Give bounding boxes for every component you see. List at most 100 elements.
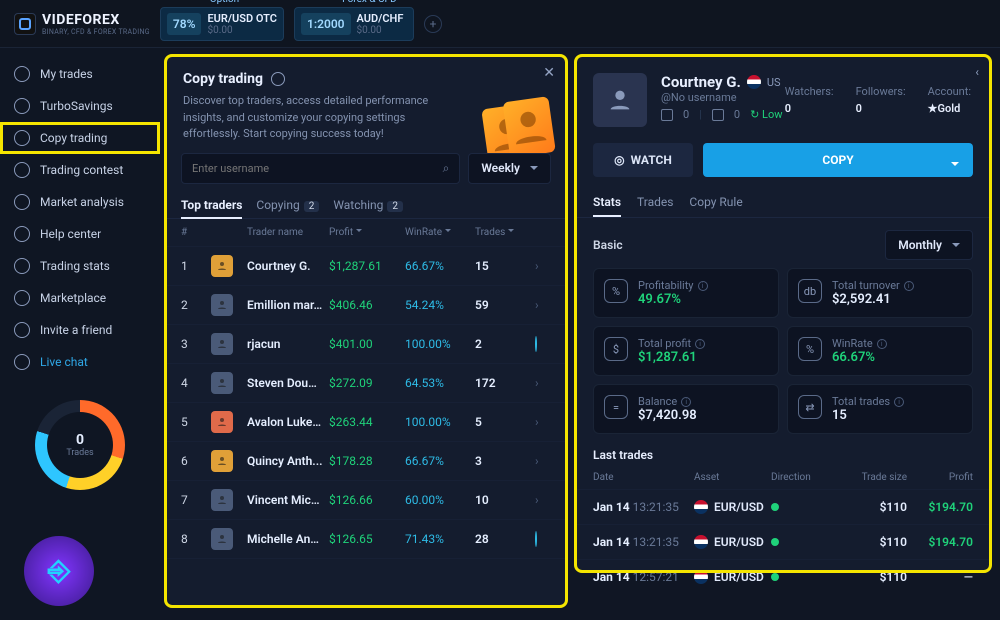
- info-icon[interactable]: i: [681, 397, 691, 407]
- info-icon[interactable]: i: [698, 281, 708, 291]
- sidebar-item-label: Invite a friend: [40, 323, 112, 337]
- tab-top-traders[interactable]: Top traders: [181, 192, 242, 218]
- trading-contest-icon: [14, 162, 30, 178]
- trading-stats-icon: [14, 258, 30, 274]
- chevron-right-icon: ›: [535, 298, 551, 312]
- marketplace-icon: [14, 290, 30, 306]
- sidebar-item-label: Trading contest: [40, 163, 123, 177]
- chevron-right-icon: ›: [535, 454, 551, 468]
- profile-period-dropdown[interactable]: Monthly: [885, 230, 973, 260]
- sidebar-item-copy-trading[interactable]: Copy trading: [0, 122, 160, 154]
- trader-profit: $263.44: [329, 415, 399, 429]
- trader-avatar: [211, 528, 233, 550]
- last-trade-row[interactable]: Jan 14 12:57:21EUR/USD$110—: [577, 559, 989, 594]
- flag-us-icon: [747, 75, 761, 89]
- ticker-tab-option[interactable]: Option 78% EUR/USD OTC $0.00: [160, 7, 284, 41]
- search-input[interactable]: ⌕: [181, 153, 460, 184]
- tab-copying[interactable]: Copying2: [256, 192, 319, 218]
- sidebar-item-trading-contest[interactable]: Trading contest: [0, 154, 160, 186]
- trader-avatar: [211, 489, 233, 511]
- direction-up-icon: [771, 538, 779, 546]
- eye-icon: ◎: [614, 153, 624, 167]
- gear-icon[interactable]: [271, 72, 285, 86]
- info-icon[interactable]: i: [894, 397, 904, 407]
- copy-button[interactable]: COPY: [703, 143, 973, 177]
- sidebar-item-label: Market analysis: [40, 195, 124, 209]
- trader-name: Courtney G.: [247, 259, 323, 273]
- profile-name: Courtney G.: [661, 73, 741, 91]
- trader-trades: 172: [475, 376, 529, 390]
- stat-icon: %: [604, 279, 628, 303]
- sidebar-item-turbosavings[interactable]: TurboSavings: [0, 90, 160, 122]
- trader-profit: $126.66: [329, 493, 399, 507]
- profile-tab-trades[interactable]: Trades: [637, 189, 673, 217]
- profile-avatar: [593, 73, 647, 127]
- panel-title: Copy trading: [183, 71, 263, 87]
- chevron-right-icon: [535, 337, 551, 351]
- thumb-down-icon[interactable]: [712, 109, 724, 121]
- profile-tab-copy-rule[interactable]: Copy Rule: [689, 189, 742, 217]
- trader-name: Steven Dougl...: [247, 376, 323, 390]
- trader-name: Vincent Mich...: [247, 493, 323, 507]
- sidebar: My trades TurboSavingsCopy trading Trading…: [0, 48, 160, 620]
- add-ticker-button[interactable]: +: [424, 15, 442, 33]
- trader-name: Emillion mar...: [247, 298, 323, 312]
- chevron-right-icon: ›: [535, 259, 551, 273]
- stat-icon: db: [798, 279, 822, 303]
- tab-watching[interactable]: Watching2: [333, 192, 403, 218]
- trades-gauge: 0 Trades: [35, 400, 125, 490]
- trader-trades: 15: [475, 259, 529, 273]
- trader-trades: 10: [475, 493, 529, 507]
- thumb-up-icon[interactable]: [661, 109, 673, 121]
- trader-name: Michelle Ant...: [247, 532, 323, 546]
- sidebar-item-trading-stats[interactable]: Trading stats: [0, 250, 160, 282]
- sidebar-item-help-center[interactable]: Help center: [0, 218, 160, 250]
- my-trades-icon: [14, 66, 30, 82]
- cards-illustration-icon: [481, 97, 565, 153]
- direction-up-icon: [771, 573, 779, 581]
- trader-avatar: [211, 411, 233, 433]
- trader-winrate: 64.53%: [405, 376, 469, 390]
- last-trade-row[interactable]: Jan 14 13:21:35EUR/USD$110$194.70: [577, 524, 989, 559]
- trader-row[interactable]: 6Quincy Anth...$178.2866.67%3›: [167, 441, 565, 480]
- profile-tab-stats[interactable]: Stats: [593, 189, 621, 217]
- trader-row[interactable]: 9Rubin F.$94.4492.31%13›: [167, 558, 565, 566]
- last-trade-row[interactable]: Jan 14 13:21:35EUR/USD$110$194.70: [577, 489, 989, 524]
- trader-avatar: [211, 450, 233, 472]
- sidebar-item-invite-a-friend[interactable]: Invite a friend: [0, 314, 160, 346]
- sidebar-item-live-chat[interactable]: Live chat: [0, 346, 160, 378]
- top-bar: VIDEFOREX BINARY, CFD & FOREX TRADING Op…: [0, 0, 1000, 48]
- sidebar-item-my-trades[interactable]: My trades: [0, 58, 160, 90]
- chevron-right-icon: ›: [535, 493, 551, 507]
- stat-card: =Balance i$7,420.98: [593, 384, 779, 434]
- stat-card: %Profitability i49.67%: [593, 268, 779, 318]
- trader-winrate: 66.67%: [405, 454, 469, 468]
- trader-avatar: [211, 372, 233, 394]
- trader-profit: $178.28: [329, 454, 399, 468]
- trader-row[interactable]: 5Avalon Luke V.$263.44100.00%5›: [167, 402, 565, 441]
- trader-row[interactable]: 7Vincent Mich...$126.6660.00%10›: [167, 480, 565, 519]
- sidebar-item-marketplace[interactable]: Marketplace: [0, 282, 160, 314]
- trader-trades: 59: [475, 298, 529, 312]
- trader-profit: $406.46: [329, 298, 399, 312]
- sidebar-item-label: My trades: [40, 67, 93, 81]
- flag-icon: [694, 500, 708, 514]
- sidebar-item-market-analysis[interactable]: Market analysis: [0, 186, 160, 218]
- close-profile-icon[interactable]: ‹: [975, 65, 979, 79]
- info-icon[interactable]: i: [695, 339, 705, 349]
- chevron-right-icon: [535, 532, 551, 546]
- panel-description: Discover top traders, access detailed pe…: [183, 93, 463, 143]
- watch-button[interactable]: ◎WATCH: [593, 143, 693, 177]
- ticker-tab-forex[interactable]: Forex & CFD 1:2000 AUD/CHF $0.00: [294, 7, 414, 41]
- trader-row[interactable]: 1Courtney G.$1,287.6166.67%15›: [167, 246, 565, 285]
- period-dropdown[interactable]: Weekly: [468, 153, 551, 184]
- trader-row[interactable]: 2Emillion mar...$406.4654.24%59›: [167, 285, 565, 324]
- info-icon[interactable]: i: [904, 281, 914, 291]
- trader-row[interactable]: 3rjacun$401.00100.00%2: [167, 324, 565, 363]
- chevron-down-icon: [951, 162, 959, 170]
- trader-row[interactable]: 8Michelle Ant...$126.6571.43%28: [167, 519, 565, 558]
- trader-row[interactable]: 4Steven Dougl...$272.0964.53%172›: [167, 363, 565, 402]
- brand-name: VIDEFOREX: [42, 12, 120, 28]
- flag-icon: [694, 535, 708, 549]
- info-icon[interactable]: i: [877, 339, 887, 349]
